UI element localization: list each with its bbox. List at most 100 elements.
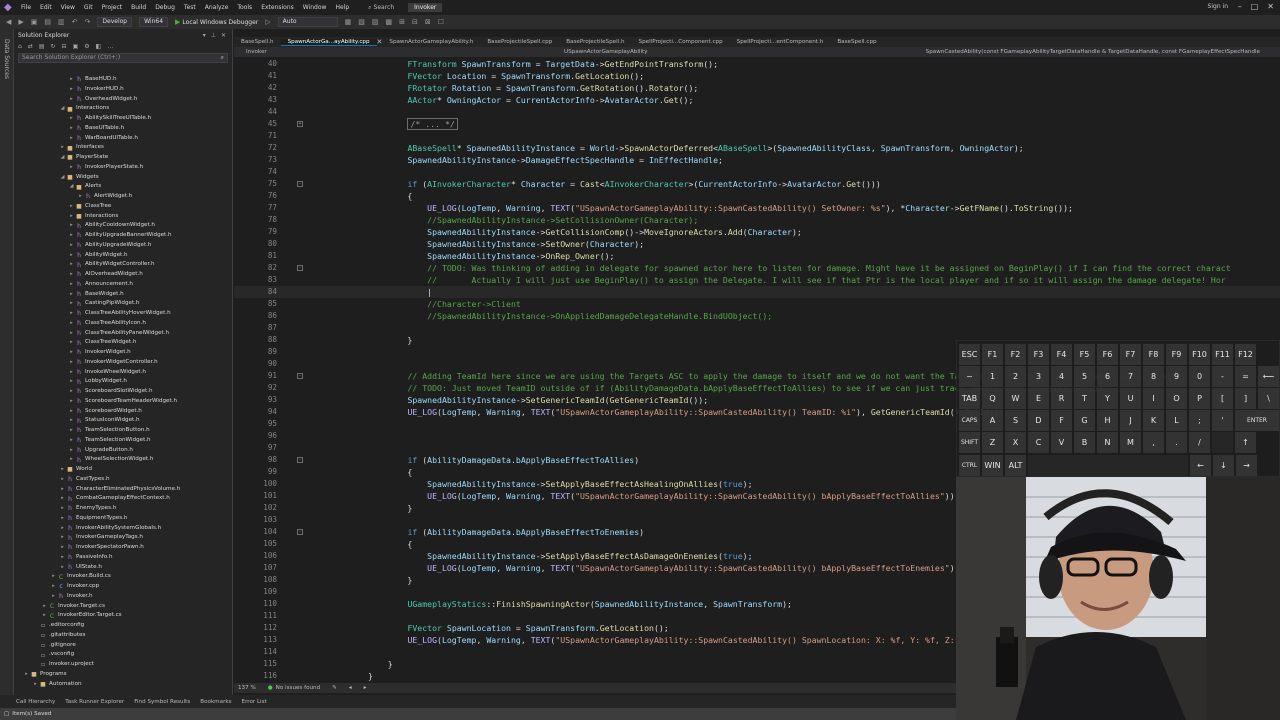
tree-item[interactable]: ◢ ■ Widgets bbox=[14, 173, 232, 183]
key-r[interactable]: R bbox=[1051, 388, 1072, 409]
collapsed-arrow-icon[interactable]: ▸ bbox=[68, 436, 75, 446]
key-p[interactable]: P bbox=[1189, 388, 1210, 409]
code-line[interactable]: 41 FVector Location = SpawnTransform.Get… bbox=[234, 70, 1280, 82]
refresh-icon[interactable]: ↻ bbox=[51, 43, 56, 50]
key-2[interactable]: 2 bbox=[1005, 366, 1026, 387]
collapsed-arrow-icon[interactable]: ▸ bbox=[68, 241, 75, 251]
code-line[interactable]: 45 + /* ... */ bbox=[234, 118, 1280, 130]
tree-item[interactable]: ▸ ■ Interactions bbox=[14, 212, 232, 222]
collapse-region-icon[interactable]: - bbox=[297, 457, 303, 463]
key-f7[interactable]: F7 bbox=[1120, 344, 1141, 365]
tree-item[interactable]: ▸ h InvokerWidgetController.h bbox=[14, 358, 232, 368]
key-d[interactable]: D bbox=[1028, 410, 1049, 431]
key-m[interactable]: M bbox=[1120, 432, 1141, 453]
tree-item[interactable]: ▸ h CharacterEliminatedPhysicsVolume.h bbox=[14, 485, 232, 495]
menu-edit[interactable]: Edit bbox=[40, 4, 52, 11]
key-4[interactable]: 4 bbox=[1051, 366, 1072, 387]
collapsed-arrow-icon[interactable]: ▸ bbox=[59, 553, 66, 563]
solution-search-input[interactable]: Search Solution Explorer (Ctrl+;) ⌕ bbox=[18, 53, 228, 63]
save-all-icon[interactable]: ▥ bbox=[58, 18, 65, 26]
pin-icon[interactable]: ⊥ bbox=[211, 32, 216, 39]
menu-help[interactable]: Help bbox=[335, 4, 349, 11]
key-f1[interactable]: F1 bbox=[982, 344, 1003, 365]
sign-in-link[interactable]: Sign in bbox=[1208, 3, 1228, 10]
tree-item[interactable]: ▸ h BaseHUD.h bbox=[14, 75, 232, 85]
key-f9[interactable]: F9 bbox=[1166, 344, 1187, 365]
document-tab[interactable]: BaseSpell.cpp bbox=[830, 39, 883, 45]
key-f12[interactable]: F12 bbox=[1235, 344, 1256, 365]
platform-select[interactable]: Win64 bbox=[139, 17, 169, 27]
tree-item[interactable]: ▸ h BaseUITable.h bbox=[14, 124, 232, 134]
back-icon[interactable]: ◀ bbox=[6, 18, 11, 26]
collapse-region-icon[interactable]: - bbox=[297, 529, 303, 535]
panel-options-icon[interactable]: ▾ bbox=[203, 32, 206, 39]
tree-item[interactable]: ▸ h ScoreboardTeamHeaderWidget.h bbox=[14, 397, 232, 407]
close-icon[interactable]: ✕ bbox=[1267, 2, 1274, 11]
code-line[interactable]: 73 SpawnedAbilityInstance->DamageEffectS… bbox=[234, 154, 1280, 166]
key-symbol[interactable]: → bbox=[1236, 455, 1257, 476]
tree-item[interactable]: ▸ C Invoker.Target.cs bbox=[14, 602, 232, 612]
tree-item[interactable]: ▸ h ScoreboardSlotWidget.h bbox=[14, 387, 232, 397]
tree-item[interactable]: ▸ h AbilityWidgetController.h bbox=[14, 260, 232, 270]
tree-item[interactable]: ▸ h WheelSelectionWidget.h bbox=[14, 455, 232, 465]
collapsed-arrow-icon[interactable]: ▸ bbox=[68, 446, 75, 456]
tree-item[interactable]: ▸ h AbilityUpgradeWidget.h bbox=[14, 241, 232, 251]
collapsed-arrow-icon[interactable]: ▸ bbox=[68, 221, 75, 231]
forward-icon[interactable]: ▶ bbox=[18, 18, 23, 26]
key-alt[interactable]: ALT bbox=[1005, 455, 1026, 476]
collapsed-arrow-icon[interactable]: ▸ bbox=[59, 504, 66, 514]
code-line[interactable]: 85 //Character->Client bbox=[234, 298, 1280, 310]
menu-window[interactable]: Window bbox=[303, 4, 327, 11]
code-line[interactable]: 82 - // TODO: Was thinking of adding in d… bbox=[234, 262, 1280, 274]
collapsed-arrow-icon[interactable]: ▸ bbox=[68, 377, 75, 387]
tree-item[interactable]: ▸ ■ Programs bbox=[14, 670, 232, 680]
run-without-debug-icon[interactable]: ▷ bbox=[265, 18, 270, 26]
data-sources-tab[interactable]: Data Sources bbox=[3, 39, 10, 79]
menu-project[interactable]: Project bbox=[102, 4, 123, 11]
key-f6[interactable]: F6 bbox=[1097, 344, 1118, 365]
tree-item[interactable]: ▸ h AbilityUpgradeBannerWidget.h bbox=[14, 231, 232, 241]
key-symbol[interactable]: [ bbox=[1212, 388, 1233, 409]
tree-item[interactable]: ◢ ■ Interactions bbox=[14, 104, 232, 114]
key-0[interactable]: 0 bbox=[1189, 366, 1210, 387]
key-blank[interactable] bbox=[1028, 455, 1188, 476]
collapsed-arrow-icon[interactable]: ▸ bbox=[68, 290, 75, 300]
tree-item[interactable]: ◢ ■ PlayerState bbox=[14, 153, 232, 163]
tree-item[interactable]: ▸ h CastingPipWidget.h bbox=[14, 299, 232, 309]
preview-icon[interactable]: ◧ bbox=[96, 43, 102, 50]
collapsed-arrow-icon[interactable]: ▸ bbox=[32, 680, 39, 690]
menu-extensions[interactable]: Extensions bbox=[261, 4, 294, 11]
tree-item[interactable]: ▸ h EquipmentTypes.h bbox=[14, 514, 232, 524]
key-c[interactable]: C bbox=[1028, 432, 1049, 453]
key-caps[interactable]: CAPS bbox=[959, 410, 980, 431]
tree-item[interactable]: ▫ Invoker.uproject bbox=[14, 660, 232, 670]
key-i[interactable]: I bbox=[1143, 388, 1164, 409]
code-line[interactable]: 76 { bbox=[234, 190, 1280, 202]
member-dropdown[interactable]: SpawnCastedAbility(const FGameplayAbilit… bbox=[926, 49, 1280, 55]
sync-icon[interactable]: ⇄ bbox=[28, 43, 33, 50]
tree-item[interactable]: ▸ h UpgradeButton.h bbox=[14, 446, 232, 456]
key-win[interactable]: WIN bbox=[982, 455, 1003, 476]
collapsed-arrow-icon[interactable]: ▸ bbox=[59, 143, 66, 153]
tree-item[interactable]: ▸ h AlertWidget.h bbox=[14, 192, 232, 202]
collapsed-arrow-icon[interactable]: ▸ bbox=[68, 299, 75, 309]
collapsed-arrow-icon[interactable]: ▸ bbox=[68, 124, 75, 134]
collapsed-arrow-icon[interactable]: ▸ bbox=[68, 251, 75, 261]
key-w[interactable]: W bbox=[1005, 388, 1026, 409]
nav-right-icon[interactable]: ▸ bbox=[364, 685, 367, 691]
collapse-region-icon[interactable]: - bbox=[297, 181, 303, 187]
switch-views-icon[interactable]: ▤ bbox=[39, 43, 45, 50]
key-f4[interactable]: F4 bbox=[1051, 344, 1072, 365]
tree-item[interactable]: ▸ h ClassTreeAbilityPanelWidget.h bbox=[14, 329, 232, 339]
document-tab[interactable]: SpawnActorGameplayAbility.h bbox=[382, 39, 480, 45]
tree-item[interactable]: ▸ h ScoreboardWidget.h bbox=[14, 407, 232, 417]
collapsed-arrow-icon[interactable]: ▸ bbox=[59, 533, 66, 543]
tree-item[interactable]: ▸ h InvokerSpectatorPawn.h bbox=[14, 543, 232, 553]
key-symbol[interactable]: ~ bbox=[959, 366, 980, 387]
key-5[interactable]: 5 bbox=[1074, 366, 1095, 387]
tree-item[interactable]: ▸ ■ Interfaces bbox=[14, 143, 232, 153]
key-enter[interactable]: ENTER bbox=[1235, 410, 1279, 431]
new-file-icon[interactable]: ▣ bbox=[31, 18, 38, 26]
brush-icon[interactable]: ✎ bbox=[332, 685, 337, 691]
tree-item[interactable]: ▸ h CastTypes.h bbox=[14, 475, 232, 485]
